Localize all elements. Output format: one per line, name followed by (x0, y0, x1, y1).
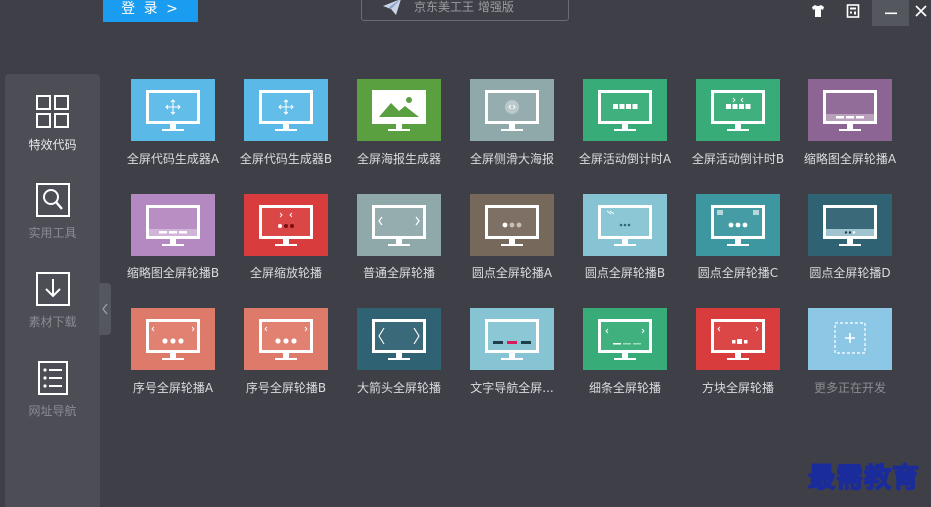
tool-label[interactable]: 文字导航全屏... (452, 379, 572, 396)
tool-label[interactable]: 序号全屏轮播A (113, 379, 233, 396)
tool-tile[interactable] (131, 79, 215, 141)
app-window: 登 录 > 京东美工王 增强版 特效代码 实用工具 素材下载 网址导航 全屏代码… (0, 0, 931, 507)
sidebar-item-tools[interactable]: 实用工具 (5, 182, 100, 241)
tool-tile[interactable] (583, 308, 667, 370)
tool-tile[interactable] (131, 194, 215, 256)
close-icon (915, 5, 927, 17)
tool-label[interactable]: 全屏海报生成器 (339, 150, 459, 167)
sidebar-item-label: 实用工具 (28, 226, 77, 240)
monitor-icon (131, 308, 215, 370)
minimize-button[interactable] (872, 0, 909, 26)
monitor-icon (583, 308, 667, 370)
tool-tile[interactable] (357, 194, 441, 256)
sidebar-item-navigation[interactable]: 网址导航 (5, 360, 100, 419)
monitor-icon (583, 79, 667, 141)
tool-label[interactable]: 全屏缩放轮播 (226, 264, 346, 281)
paper-plane-icon (383, 0, 401, 15)
tool-label[interactable]: 圆点全屏轮播A (452, 264, 572, 281)
tool-tile[interactable] (131, 308, 215, 370)
monitor-icon (583, 194, 667, 256)
tool-tile[interactable] (244, 79, 328, 141)
monitor-icon (808, 308, 892, 370)
chevron-left-icon (102, 303, 108, 315)
tool-tile[interactable] (357, 308, 441, 370)
sidebar-item-label: 网址导航 (28, 404, 77, 418)
tool-label[interactable]: 大箭头全屏轮播 (339, 379, 459, 396)
tshirt-icon (812, 5, 824, 17)
monitor-icon (244, 194, 328, 256)
tool-tile[interactable] (808, 308, 892, 370)
tool-tile[interactable] (808, 79, 892, 141)
tool-tile[interactable] (357, 79, 441, 141)
tool-label[interactable]: 圆点全屏轮播C (678, 264, 798, 281)
tool-tile[interactable] (696, 308, 780, 370)
tool-label[interactable]: 全屏代码生成器A (113, 150, 233, 167)
monitor-icon (357, 79, 441, 141)
grid-icon (35, 95, 69, 128)
close-button[interactable] (911, 0, 931, 22)
tool-label[interactable]: 全屏活动倒计时A (565, 150, 685, 167)
tool-label[interactable]: 普通全屏轮播 (339, 264, 459, 281)
tool-tile[interactable] (583, 194, 667, 256)
tool-label[interactable]: 缩略图全屏轮播A (790, 150, 910, 167)
monitor-icon (244, 79, 328, 141)
tool-tile[interactable] (244, 308, 328, 370)
tool-label[interactable]: 细条全屏轮播 (565, 379, 685, 396)
tool-label[interactable]: 缩略图全屏轮播B (113, 264, 233, 281)
tool-label[interactable]: 方块全屏轮播 (678, 379, 798, 396)
tool-tile[interactable] (470, 308, 554, 370)
tool-label[interactable]: 更多正在开发 (790, 379, 910, 396)
tool-label[interactable]: 全屏活动倒计时B (678, 150, 798, 167)
monitor-icon (696, 194, 780, 256)
monitor-icon (470, 194, 554, 256)
calculator-button[interactable] (843, 0, 863, 22)
tool-tile[interactable] (583, 79, 667, 141)
login-button[interactable]: 登 录 > (103, 0, 198, 22)
tool-tile[interactable] (244, 194, 328, 256)
sidebar-item-label: 素材下载 (28, 315, 77, 329)
tool-label[interactable]: 圆点全屏轮播D (790, 264, 910, 281)
sidebar-item-downloads[interactable]: 素材下载 (5, 271, 100, 330)
sidebar-item-effects[interactable]: 特效代码 (5, 94, 100, 153)
tool-tile[interactable] (470, 79, 554, 141)
download-icon (35, 272, 70, 306)
list-icon (37, 361, 68, 395)
monitor-icon (696, 308, 780, 370)
monitor-icon (357, 194, 441, 256)
magnifier-icon (35, 183, 70, 217)
skin-button[interactable] (808, 0, 828, 22)
tool-label[interactable]: 全屏代码生成器B (226, 150, 346, 167)
app-title-bar: 京东美工王 增强版 (361, 0, 569, 21)
monitor-icon (131, 194, 215, 256)
tool-tile[interactable] (696, 194, 780, 256)
tool-label[interactable]: 序号全屏轮播B (226, 379, 346, 396)
monitor-icon (357, 308, 441, 370)
monitor-icon (808, 194, 892, 256)
tool-tile[interactable] (696, 79, 780, 141)
calculator-icon (846, 4, 860, 18)
tool-label[interactable]: 全屏侧滑大海报 (452, 150, 572, 167)
sidebar-item-label: 特效代码 (28, 138, 77, 152)
minimize-icon (884, 12, 897, 15)
tool-tile[interactable] (808, 194, 892, 256)
watermark: 最需教育 (807, 462, 920, 494)
app-title: 京东美工王 增强版 (414, 0, 514, 14)
monitor-icon (696, 79, 780, 141)
monitor-icon (131, 79, 215, 141)
tool-tile[interactable] (470, 194, 554, 256)
sidebar: 特效代码 实用工具 素材下载 网址导航 (5, 74, 100, 507)
tool-label[interactable]: 圆点全屏轮播B (565, 264, 685, 281)
monitor-icon (244, 308, 328, 370)
sidebar-collapse-button[interactable] (99, 283, 111, 335)
monitor-icon (470, 79, 554, 141)
monitor-icon (808, 79, 892, 141)
monitor-icon (470, 308, 554, 370)
